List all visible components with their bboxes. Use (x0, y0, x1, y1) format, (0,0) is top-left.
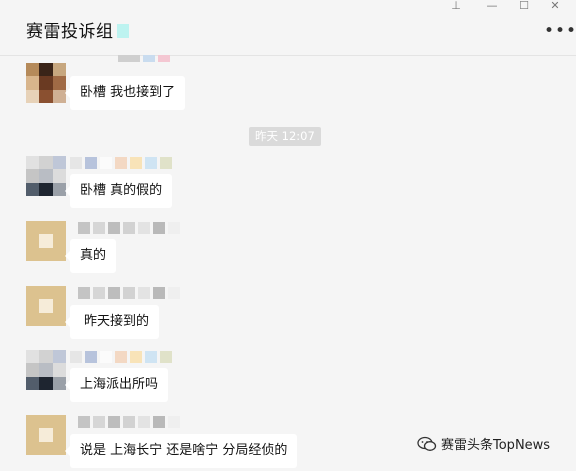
close-button[interactable]: ✕ (545, 0, 565, 14)
sender-name-blurred (70, 157, 172, 169)
sender-name-blurred (78, 287, 180, 299)
message-bubble[interactable]: 卧槽 真的假的 (64, 174, 173, 208)
more-options-icon[interactable]: ••• (544, 23, 576, 40)
timestamp: 昨天 12:07 (249, 127, 321, 146)
watermark: 赛雷头条TopNews (417, 434, 550, 453)
message-bubble[interactable]: 上海派出所吗 (64, 368, 169, 402)
message-bubble[interactable]: 昨天接到的 (64, 305, 160, 339)
avatar[interactable] (26, 221, 66, 261)
sender-name-blurred (70, 351, 172, 363)
message-bubble[interactable]: 说是 上海长宁 还是啥宁 分局经侦的 (64, 434, 298, 468)
message-bubble[interactable]: 真的 (64, 239, 117, 273)
sender-name-blurred (118, 55, 170, 67)
avatar[interactable] (26, 286, 66, 326)
avatar[interactable] (26, 156, 66, 196)
avatar[interactable] (26, 350, 66, 390)
wechat-icon (417, 436, 437, 451)
avatar[interactable] (26, 63, 66, 103)
chat-window: 赛雷投诉组 ⊥ — ☐ ✕ ••• 卧槽 我也接到了 昨天 12:07 卧槽 真… (0, 0, 576, 471)
sender-name-blurred (78, 222, 180, 234)
minimize-button[interactable]: — (482, 0, 502, 14)
title-bar: 赛雷投诉组 ⊥ — ☐ ✕ ••• (0, 0, 576, 56)
sender-name-blurred (78, 416, 180, 428)
watermark-text: 赛雷头条TopNews (441, 438, 551, 453)
pin-icon[interactable]: ⊥ (446, 0, 466, 14)
avatar[interactable] (26, 415, 66, 455)
title-redaction-mark (117, 24, 129, 38)
message-bubble[interactable]: 卧槽 我也接到了 (64, 76, 186, 110)
maximize-button[interactable]: ☐ (514, 0, 534, 14)
chat-title: 赛雷投诉组 (26, 22, 114, 42)
